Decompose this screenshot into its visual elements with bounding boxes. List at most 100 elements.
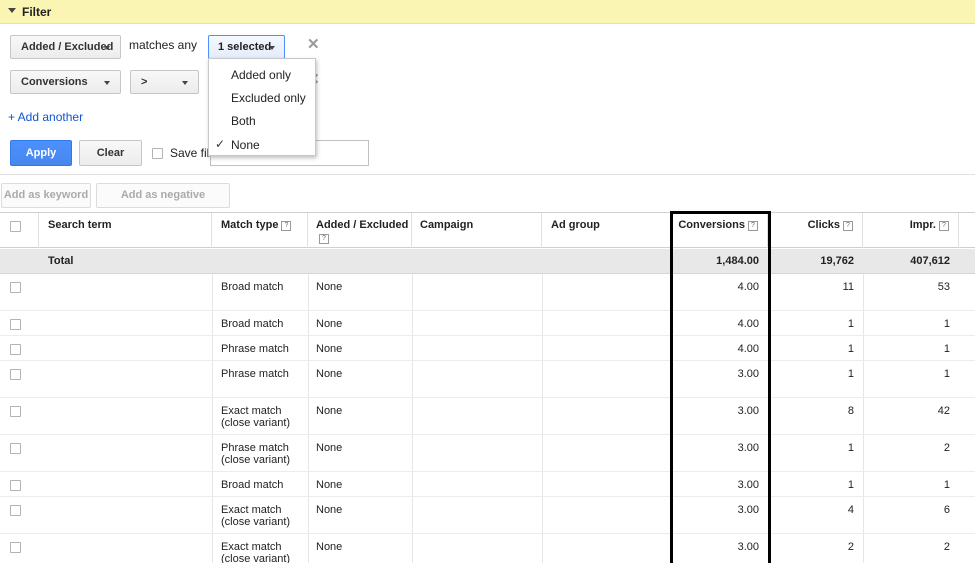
add-as-keyword-button[interactable]: Add as keyword: [1, 183, 91, 208]
total-conversions: 1,484.00: [716, 255, 759, 267]
match-type-cell: Broad match: [221, 281, 284, 293]
column-added-excluded[interactable]: Added / Excluded?: [308, 213, 412, 248]
match-type-cell: Exact match (close variant): [221, 405, 291, 429]
added-excluded-cell: None: [316, 541, 343, 553]
row-checkbox[interactable]: [10, 480, 21, 491]
filter-field-label-2: Conversions: [21, 76, 88, 88]
menu-item-added-only[interactable]: Added only: [231, 68, 291, 82]
help-icon[interactable]: ?: [281, 221, 292, 231]
filter-header[interactable]: Filter: [0, 0, 975, 24]
impr-cell: 1: [943, 368, 950, 380]
conversions-cell: 3.00: [737, 442, 759, 454]
added-excluded-cell: None: [316, 442, 343, 454]
match-type-cell: Exact match (close variant): [221, 541, 291, 563]
save-filter-checkbox[interactable]: [152, 148, 163, 159]
clicks-cell: 1: [847, 442, 854, 454]
row-checkbox[interactable]: [10, 443, 21, 454]
column-search-term[interactable]: Search term: [39, 213, 212, 248]
row-checkbox[interactable]: [10, 406, 21, 417]
collapse-triangle-icon[interactable]: [8, 8, 16, 13]
apply-button[interactable]: Apply: [10, 140, 72, 166]
header-select-cell: [0, 213, 39, 248]
help-icon[interactable]: ?: [319, 234, 329, 244]
add-as-negative-keyword-button[interactable]: Add as negative keyword: [96, 183, 230, 224]
impr-cell: 2: [943, 541, 950, 553]
table-row[interactable]: Phrase match (close variant) None 3.00 1 …: [0, 435, 975, 472]
added-excluded-cell: None: [316, 343, 343, 355]
impr-cell: 6: [943, 504, 950, 516]
selection-menu: Added only Excluded only Both ✓ None: [208, 58, 316, 156]
conversions-cell: 3.00: [737, 541, 759, 553]
clicks-cell: 2: [847, 541, 854, 553]
table-row[interactable]: Broad match None 3.00 1 1: [0, 472, 975, 497]
filter-field-dropdown-2[interactable]: Conversions: [10, 70, 121, 94]
conversions-cell: 3.00: [737, 405, 759, 417]
total-impr: 407,612: [910, 255, 950, 267]
remove-condition-icon[interactable]: ✕: [307, 37, 320, 52]
row-checkbox[interactable]: [10, 542, 21, 553]
total-clicks: 19,762: [820, 255, 854, 267]
row-checkbox[interactable]: [10, 369, 21, 380]
match-type-cell: Exact match (close variant): [221, 504, 291, 528]
conversions-cell: 4.00: [737, 281, 759, 293]
impr-cell: 1: [943, 479, 950, 491]
help-icon[interactable]: ?: [843, 221, 853, 231]
checkmark-icon: ✓: [215, 137, 226, 151]
added-excluded-cell: None: [316, 504, 343, 516]
help-icon[interactable]: ?: [939, 221, 949, 231]
conversions-cell: 3.00: [737, 368, 759, 380]
clicks-cell: 1: [847, 479, 854, 491]
column-clicks[interactable]: Clicks?: [768, 213, 863, 248]
table-row[interactable]: Broad match None 4.00 11 53: [0, 274, 975, 311]
select-all-checkbox[interactable]: [10, 221, 21, 232]
column-impr[interactable]: Impr.?: [863, 213, 959, 248]
table-row[interactable]: Exact match (close variant) None 3.00 4 6: [0, 497, 975, 534]
help-icon[interactable]: ?: [748, 221, 758, 231]
added-excluded-cell: None: [316, 479, 343, 491]
table-row[interactable]: Phrase match None 4.00 1 1: [0, 336, 975, 361]
conversions-cell: 4.00: [737, 318, 759, 330]
column-campaign[interactable]: Campaign: [412, 213, 542, 248]
conversions-cell: 3.00: [737, 504, 759, 516]
row-checkbox[interactable]: [10, 319, 21, 330]
match-type-cell: Broad match: [221, 479, 284, 491]
table-row[interactable]: Exact match (close variant) None 3.00 2 2: [0, 534, 975, 563]
table-row[interactable]: Phrase match None 3.00 1 1: [0, 361, 975, 398]
column-ad-group[interactable]: Ad group: [542, 213, 672, 248]
row-checkbox[interactable]: [10, 282, 21, 293]
table-header: Search term Match type? Added / Excluded…: [0, 212, 975, 248]
menu-item-both[interactable]: Both: [231, 114, 256, 128]
row-checkbox[interactable]: [10, 344, 21, 355]
selection-label: 1 selected: [218, 41, 272, 53]
added-excluded-cell: None: [316, 318, 343, 330]
added-excluded-cell: None: [316, 281, 343, 293]
divider: [0, 174, 975, 175]
added-excluded-cell: None: [316, 405, 343, 417]
impr-cell: 53: [937, 281, 950, 293]
clear-button[interactable]: Clear: [79, 140, 142, 166]
filter-field-dropdown[interactable]: Added / Excluded: [10, 35, 121, 59]
match-type-cell: Phrase match (close variant): [221, 442, 291, 466]
selection-dropdown-button[interactable]: 1 selected: [208, 35, 285, 59]
menu-item-excluded-only[interactable]: Excluded only: [231, 91, 306, 105]
column-conversions[interactable]: Conversions?: [672, 213, 768, 248]
save-filter-label: Save filt: [170, 146, 213, 160]
table-row[interactable]: Broad match None 4.00 1 1: [0, 311, 975, 336]
operator-dropdown[interactable]: >: [130, 70, 199, 94]
menu-item-none[interactable]: None: [231, 138, 260, 152]
total-label: Total: [48, 255, 74, 267]
row-checkbox[interactable]: [10, 505, 21, 516]
clicks-cell: 1: [847, 318, 854, 330]
filter-title: Filter: [22, 5, 52, 19]
impr-cell: 1: [943, 343, 950, 355]
clicks-cell: 11: [842, 281, 854, 293]
chevron-down-icon: [269, 46, 275, 50]
table-row[interactable]: Exact match (close variant) None 3.00 8 4…: [0, 398, 975, 435]
operator-label: matches any: [129, 38, 198, 52]
column-match-type[interactable]: Match type?: [212, 213, 308, 248]
chevron-down-icon: [182, 81, 188, 85]
add-another-link[interactable]: + Add another: [8, 110, 83, 124]
chevron-down-icon: [104, 46, 110, 50]
impr-cell: 42: [937, 405, 950, 417]
impr-cell: 2: [943, 442, 950, 454]
